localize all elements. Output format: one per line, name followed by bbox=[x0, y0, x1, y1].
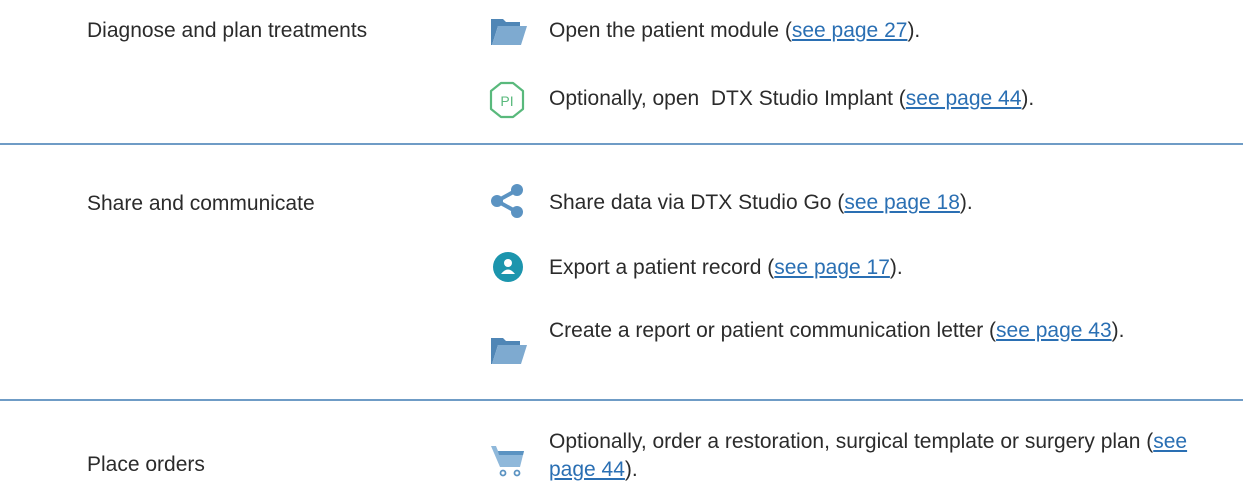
description-open-patient-module: Open the patient module (see page 27). bbox=[549, 17, 1209, 45]
category-diagnose-plan: Diagnose and plan treatments bbox=[87, 19, 368, 42]
section-divider bbox=[0, 143, 1243, 145]
patient-record-icon bbox=[491, 250, 525, 289]
description-text: Export a patient record ( bbox=[549, 256, 775, 279]
description-text-end: ). bbox=[1021, 87, 1035, 110]
description-place-order: Optionally, order a restoration, surgica… bbox=[549, 428, 1209, 484]
description-open-dtx-implant: Optionally, open DTX Studio Implant (see… bbox=[549, 85, 1209, 113]
description-text: Share data via DTX Studio Go ( bbox=[549, 191, 845, 214]
description-text-end: ). bbox=[907, 19, 921, 42]
description-text: Create a report or patient communication… bbox=[549, 319, 997, 342]
description-text-end: ). bbox=[1111, 319, 1125, 342]
see-page-link[interactable]: see page 18 bbox=[844, 191, 960, 214]
pi-hexagon-icon: PI bbox=[489, 81, 525, 124]
folder-icon bbox=[490, 15, 528, 52]
see-page-link[interactable]: see page 44 bbox=[906, 87, 1022, 110]
see-page-link[interactable]: see page 17 bbox=[774, 256, 890, 279]
pi-icon-label: PI bbox=[500, 93, 513, 109]
category-place-orders: Place orders bbox=[87, 453, 205, 476]
description-export-record: Export a patient record (see page 17). bbox=[549, 254, 1209, 282]
description-text: Optionally, open DTX Studio Implant ( bbox=[549, 87, 906, 110]
description-create-report: Create a report or patient communication… bbox=[549, 317, 1229, 345]
section-divider bbox=[0, 399, 1243, 401]
description-text-end: ). bbox=[959, 191, 973, 214]
see-page-link[interactable]: see page 43 bbox=[996, 319, 1112, 342]
cart-icon bbox=[489, 443, 527, 484]
description-share-data: Share data via DTX Studio Go (see page 1… bbox=[549, 189, 1209, 217]
description-text-end: ). bbox=[889, 256, 903, 279]
description-text: Optionally, order a restoration, surgica… bbox=[549, 430, 1154, 453]
description-text-end: ). bbox=[624, 458, 638, 481]
folder-icon bbox=[490, 334, 528, 371]
see-page-link[interactable]: see page 27 bbox=[792, 19, 908, 42]
category-share-communicate: Share and communicate bbox=[87, 192, 315, 215]
share-icon bbox=[490, 183, 526, 224]
description-text: Open the patient module ( bbox=[549, 19, 792, 42]
